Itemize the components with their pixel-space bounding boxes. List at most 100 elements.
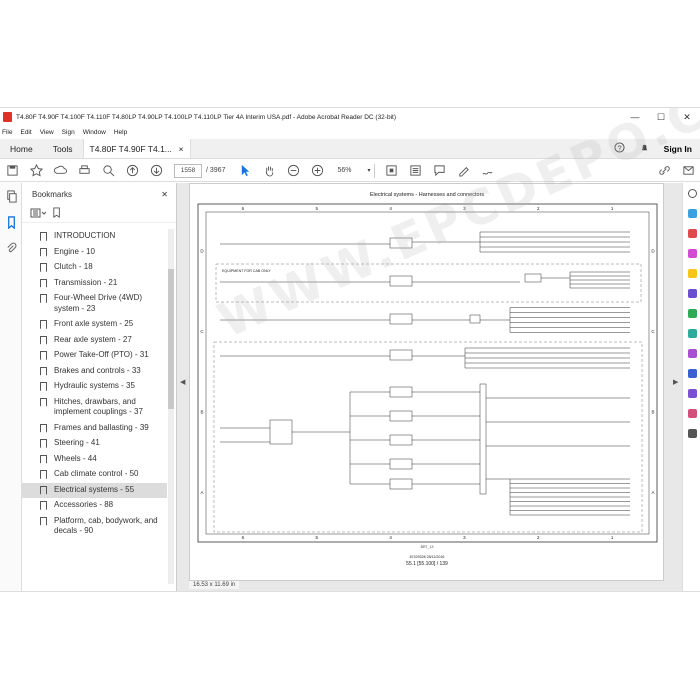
- bookmark-item[interactable]: Platform, cab, bodywork, and decals - 90: [22, 514, 167, 540]
- bookmark-item[interactable]: Front axle system - 25: [22, 317, 167, 333]
- create-pdf-icon[interactable]: [683, 223, 700, 243]
- draw-sign-icon[interactable]: [475, 160, 499, 182]
- send-signature-icon[interactable]: [683, 383, 700, 403]
- bookmark-label: Electrical systems - 55: [54, 484, 135, 494]
- bookmarks-panel-icon[interactable]: [0, 209, 22, 235]
- highlight-pen-icon[interactable]: [451, 160, 475, 182]
- save-icon[interactable]: [0, 160, 24, 182]
- page-down-icon[interactable]: [144, 160, 168, 182]
- bookmark-item[interactable]: INTRODUCTION: [22, 229, 167, 245]
- page-thumbnails-icon[interactable]: [0, 183, 22, 209]
- close-window-button[interactable]: ✕: [674, 108, 700, 126]
- export-pdf-icon[interactable]: [683, 203, 700, 223]
- bookmark-item[interactable]: Steering - 41: [22, 436, 167, 452]
- document-view[interactable]: ◀ Electrical systems - Harnesses and con…: [177, 183, 682, 591]
- grid-column-label: 4: [389, 535, 392, 540]
- menu-window[interactable]: Window: [83, 129, 106, 136]
- find-bookmark-icon[interactable]: [52, 205, 63, 223]
- grid-column-label: 5: [315, 206, 318, 211]
- comment-icon[interactable]: [427, 160, 451, 182]
- bookmark-options-icon[interactable]: [30, 205, 47, 223]
- bookmark-item[interactable]: Transmission - 21: [22, 276, 167, 292]
- tab-bar: Home Tools T4.80F T4.90F T4.1... × ? Sig…: [0, 139, 700, 159]
- menu-view[interactable]: View: [40, 129, 54, 136]
- menu-sign[interactable]: Sign: [62, 129, 75, 136]
- bookmark-label: INTRODUCTION: [54, 231, 116, 240]
- print-icon[interactable]: [72, 160, 96, 182]
- grid-column-label: 5: [315, 535, 318, 540]
- menu-file[interactable]: File: [2, 129, 12, 136]
- collapse-left-arrow[interactable]: ◀: [180, 378, 185, 386]
- search-icon[interactable]: [96, 160, 120, 182]
- page-number-input[interactable]: 1558: [174, 163, 202, 178]
- attachments-icon[interactable]: [0, 235, 22, 261]
- fit-page-icon[interactable]: [379, 160, 403, 182]
- pdf-page: Electrical systems - Harnesses and conne…: [189, 183, 664, 581]
- tab-tools[interactable]: Tools: [43, 139, 83, 158]
- tab-document-label: T4.80F T4.90F T4.1...: [89, 143, 172, 154]
- share-link-icon[interactable]: [652, 160, 676, 182]
- bookmark-item[interactable]: Four-Wheel Drive (4WD) system - 23: [22, 291, 167, 317]
- main-toolbar: 1558 / 3967 56% ▾: [0, 160, 700, 182]
- edit-pdf-icon[interactable]: [683, 243, 700, 263]
- cab-box-label: EQUIPMENT FOR CAB ONLY: [222, 269, 271, 273]
- maximize-button[interactable]: ☐: [648, 108, 674, 126]
- close-icon[interactable]: ✕: [161, 190, 168, 199]
- minimize-button[interactable]: —: [622, 108, 648, 126]
- footer-code: 87429328 28/11/2016: [410, 555, 445, 559]
- left-nav-strip: [0, 183, 22, 591]
- zoom-level-select[interactable]: 56%: [337, 167, 363, 174]
- bookmark-item[interactable]: Rear axle system - 27: [22, 333, 167, 349]
- notification-bell-icon[interactable]: [639, 142, 650, 155]
- chevron-down-icon[interactable]: ▾: [367, 167, 370, 174]
- grid-row-label: D: [651, 248, 655, 253]
- combine-files-icon[interactable]: [683, 283, 700, 303]
- upload-cloud-icon[interactable]: [48, 160, 72, 182]
- acrobat-window: T4.80F T4.90F T4.100F T4.110F T4.80LP T4…: [0, 107, 700, 592]
- page-size-indicator: 16.53 x 11.69 in: [189, 581, 240, 589]
- window-title: T4.80F T4.90F T4.100F T4.110F T4.80LP T4…: [16, 113, 396, 121]
- menu-help[interactable]: Help: [114, 129, 127, 136]
- protect-icon[interactable]: [683, 363, 700, 383]
- tab-close-icon[interactable]: ×: [179, 144, 184, 154]
- zoom-out-icon[interactable]: [281, 160, 305, 182]
- bookmark-item[interactable]: Wheels - 44: [22, 452, 167, 468]
- fill-sign-icon[interactable]: [683, 343, 700, 363]
- zoom-in-icon[interactable]: [305, 160, 329, 182]
- tab-home[interactable]: Home: [0, 139, 43, 158]
- grid-row-label: A: [200, 490, 203, 495]
- scroll-mode-icon[interactable]: [403, 160, 427, 182]
- bookmark-scrollbar[interactable]: [168, 229, 174, 584]
- bookmark-item[interactable]: Electrical systems - 55: [22, 482, 167, 498]
- scan-ocr-icon[interactable]: [683, 323, 700, 343]
- bookmark-item[interactable]: Brakes and controls - 33: [22, 364, 167, 380]
- select-cursor-icon[interactable]: [233, 160, 257, 182]
- bookmark-item[interactable]: Engine - 10: [22, 245, 167, 261]
- search-tools-icon[interactable]: [683, 183, 700, 203]
- bookmark-item[interactable]: Accessories - 88: [22, 498, 167, 514]
- grid-row-label: A: [651, 490, 654, 495]
- page-up-icon[interactable]: [120, 160, 144, 182]
- bookmark-label: Cab climate control - 50: [54, 469, 139, 478]
- edit-pencil-icon[interactable]: [683, 423, 700, 443]
- bookmark-scroll-thumb[interactable]: [168, 269, 174, 409]
- bookmark-label: Hitches, drawbars, and implement couplin…: [54, 396, 143, 417]
- bookmark-item[interactable]: Hydraulic systems - 35: [22, 379, 167, 395]
- bookmark-item[interactable]: Cab climate control - 50: [22, 467, 167, 483]
- hand-tool-icon[interactable]: [257, 160, 281, 182]
- comment-tool-icon[interactable]: [683, 263, 700, 283]
- bookmark-label: Steering - 41: [54, 438, 100, 447]
- help-icon[interactable]: ?: [614, 142, 625, 155]
- more-tools-icon[interactable]: [683, 403, 700, 423]
- bookmark-item[interactable]: Power Take-Off (PTO) - 31: [22, 348, 167, 364]
- bookmark-item[interactable]: Clutch - 18: [22, 260, 167, 276]
- bookmark-star-icon[interactable]: [24, 160, 48, 182]
- tab-document[interactable]: T4.80F T4.90F T4.1... ×: [82, 139, 191, 158]
- collapse-right-arrow[interactable]: ▶: [673, 378, 678, 386]
- organize-pages-icon[interactable]: [683, 303, 700, 323]
- menu-edit[interactable]: Edit: [20, 129, 31, 136]
- email-icon[interactable]: [676, 160, 700, 182]
- sign-in-button[interactable]: Sign In: [664, 144, 692, 154]
- bookmark-item[interactable]: Frames and ballasting - 39: [22, 421, 167, 437]
- bookmark-item[interactable]: Hitches, drawbars, and implement couplin…: [22, 395, 167, 421]
